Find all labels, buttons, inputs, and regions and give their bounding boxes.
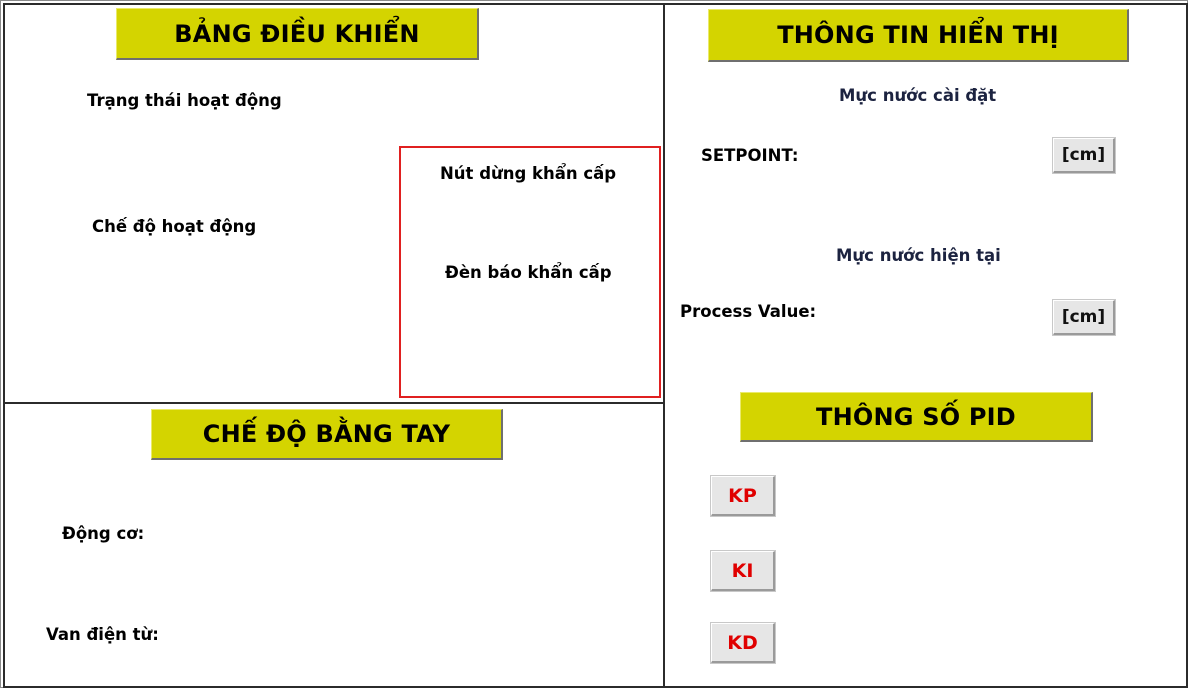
setpoint-label: SETPOINT: <box>701 146 799 165</box>
manual-panel-title: CHẾ ĐỘ BẰNG TAY <box>151 409 503 460</box>
kd-button[interactable]: KD <box>711 623 775 663</box>
solenoid-valve-label: Van điện từ: <box>46 625 159 644</box>
emergency-lamp-label: Đèn báo khẩn cấp <box>445 263 612 282</box>
operating-mode-label: Chế độ hoạt động <box>92 217 257 236</box>
pid-panel-title: THÔNG SỐ PID <box>740 392 1093 442</box>
process-value-heading: Mực nước hiện tại <box>836 246 1001 265</box>
process-value-unit-button[interactable]: [cm] <box>1053 300 1115 335</box>
setpoint-heading: Mực nước cài đặt <box>839 86 997 105</box>
process-value-label: Process Value: <box>680 302 817 321</box>
operating-status-label: Trạng thái hoạt động <box>87 91 282 110</box>
kp-button[interactable]: KP <box>711 476 775 516</box>
emergency-stop-label: Nút dừng khẩn cấp <box>440 164 617 183</box>
ki-button[interactable]: KI <box>711 551 775 591</box>
motor-label: Động cơ: <box>62 524 145 543</box>
control-panel-title: BẢNG ĐIỀU KHIỂN <box>116 8 479 60</box>
setpoint-unit-button[interactable]: [cm] <box>1053 138 1115 173</box>
display-panel-title: THÔNG TIN HIỂN THỊ <box>708 9 1129 62</box>
